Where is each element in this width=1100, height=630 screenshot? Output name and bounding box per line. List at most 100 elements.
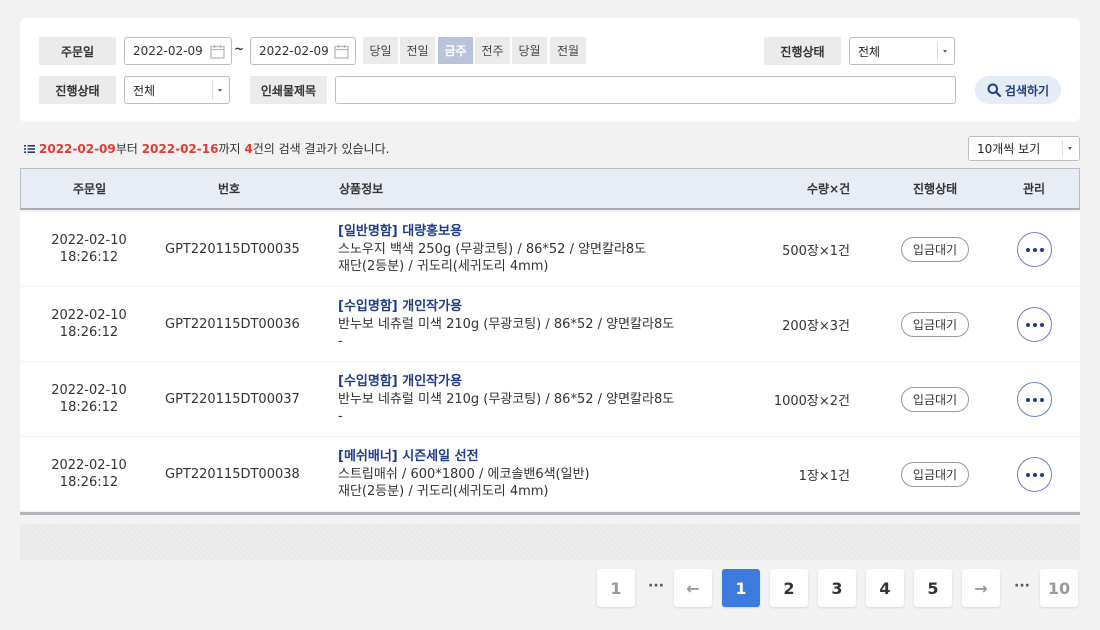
quick-last-week-button[interactable]: 전주 xyxy=(475,37,510,64)
page-prev-button[interactable]: ← xyxy=(674,569,712,607)
print-title-label: 인쇄물제목 xyxy=(250,76,327,104)
search-button[interactable]: 검색하기 xyxy=(975,76,1061,104)
table-row: 2022-02-10 18:26:12 GPT220115DT00037 [수입… xyxy=(20,362,1080,436)
chevron-down-icon xyxy=(1062,140,1076,157)
header-status: 진행상태 xyxy=(913,182,958,196)
status-badge: 입금대기 xyxy=(901,387,969,412)
table-footer-area xyxy=(20,524,1080,560)
quick-yesterday-button[interactable]: 전일 xyxy=(400,37,435,64)
quick-this-week-button[interactable]: 금주 xyxy=(438,37,473,64)
page-button-2[interactable]: 2 xyxy=(770,569,808,607)
chevron-down-icon xyxy=(212,80,226,100)
order-time: 18:26:12 xyxy=(59,250,119,265)
order-datetime: 2022-02-10 18:26:12 xyxy=(48,437,130,511)
more-options-button[interactable] xyxy=(1017,307,1052,342)
status-badge: 입금대기 xyxy=(901,237,969,262)
order-date-label: 주문일 xyxy=(39,37,116,65)
summary-from-suffix: 부터 xyxy=(115,142,138,156)
page-next-button[interactable]: → xyxy=(962,569,1000,607)
header-product: 상품정보 xyxy=(339,182,384,196)
date-range-separator: ~ xyxy=(234,42,245,56)
search-icon xyxy=(987,83,1001,97)
status-select[interactable]: 전체 xyxy=(849,37,955,65)
product-info: [일반명함] 대량홍보용 스노우지 백색 250g (무광코팅) / 86*52… xyxy=(338,223,646,276)
search-button-label: 검색하기 xyxy=(1004,83,1050,98)
summary-count-suffix: 건의 검색 결과가 있습니다. xyxy=(252,142,390,156)
quick-today-button[interactable]: 당일 xyxy=(363,37,398,64)
date-to-value: 2022-02-09 xyxy=(259,44,329,58)
status-badge: 입금대기 xyxy=(901,312,969,337)
more-options-button[interactable] xyxy=(1017,457,1052,492)
more-options-button[interactable] xyxy=(1017,232,1052,267)
order-number: GPT220115DT00036 xyxy=(165,316,300,332)
order-number: GPT220115DT00038 xyxy=(165,466,300,482)
print-title-input[interactable] xyxy=(335,76,956,104)
order-qty: 1장×1건 xyxy=(798,468,850,484)
product-spec: 반누보 네츄럴 미색 210g (무광코팅) / 86*52 / 양면칼라8도 xyxy=(338,391,675,407)
order-datetime: 2022-02-10 18:26:12 xyxy=(48,212,130,286)
page-button-5[interactable]: 5 xyxy=(914,569,952,607)
page-button-3[interactable]: 3 xyxy=(818,569,856,607)
order-datetime: 2022-02-10 18:26:12 xyxy=(48,287,130,361)
order-qty: 500장×1건 xyxy=(782,243,850,259)
table-row: 2022-02-10 18:26:12 GPT220115DT00035 [일반… xyxy=(20,212,1080,286)
date-to-field[interactable]: 2022-02-09 xyxy=(250,37,356,65)
result-summary: 2022-02-09부터 2022-02-16까지 4건의 검색 결과가 있습니… xyxy=(24,140,389,157)
product-info: [수입명함] 개인작가용 반누보 네츄럴 미색 210g (무광코팅) / 86… xyxy=(338,373,674,426)
header-order-date: 주문일 xyxy=(73,182,107,196)
table-row: 2022-02-10 18:26:12 GPT220115DT00036 [수입… xyxy=(20,287,1080,361)
order-time: 18:26:12 xyxy=(59,325,119,340)
status-select-2[interactable]: 전체 xyxy=(124,76,230,104)
order-number: GPT220115DT00035 xyxy=(165,241,300,257)
order-date: 2022-02-10 xyxy=(51,308,127,323)
product-options: 재단(2등분) / 귀도리(세귀도리 4mm) xyxy=(338,484,549,499)
page-button-4[interactable]: 4 xyxy=(866,569,904,607)
search-panel xyxy=(20,18,1080,122)
table-row: 2022-02-10 18:26:12 GPT220115DT00038 [메쉬… xyxy=(20,437,1080,511)
order-number: GPT220115DT00037 xyxy=(165,391,300,407)
product-title[interactable]: [일반명함] 대량홍보용 xyxy=(338,223,462,241)
date-from-field[interactable]: 2022-02-09 xyxy=(124,37,232,65)
product-spec: 스노우지 백색 250g (무광코팅) / 86*52 / 양면칼라8도 xyxy=(338,241,647,257)
quick-this-month-button[interactable]: 당월 xyxy=(512,37,547,64)
pagination-ellipsis: ··· xyxy=(1014,578,1030,594)
product-options: - xyxy=(338,334,343,349)
product-title[interactable]: [수입명함] 개인작가용 xyxy=(338,298,462,316)
status-select-2-value: 전체 xyxy=(133,83,156,98)
header-number: 번호 xyxy=(218,182,241,196)
product-options: - xyxy=(338,409,343,424)
order-time: 18:26:12 xyxy=(59,400,119,415)
status-label: 진행상태 xyxy=(764,37,841,65)
order-date: 2022-02-10 xyxy=(51,383,127,398)
product-info: [메쉬배너] 시즌세일 선전 스트립매쉬 / 600*1800 / 에코솔밴6색… xyxy=(338,448,590,501)
product-title[interactable]: [수입명함] 개인작가용 xyxy=(338,373,462,391)
calendar-icon[interactable] xyxy=(210,44,225,59)
page-size-select[interactable]: 10개씩 보기 xyxy=(968,136,1080,161)
more-options-button[interactable] xyxy=(1017,382,1052,417)
page-last-button[interactable]: 10 xyxy=(1040,569,1078,607)
order-date: 2022-02-10 xyxy=(51,458,127,473)
status-label-2: 진행상태 xyxy=(39,76,116,104)
page-button-1[interactable]: 1 xyxy=(722,569,760,607)
summary-from-date: 2022-02-09 xyxy=(39,142,116,156)
order-time: 18:26:12 xyxy=(59,475,119,490)
summary-count: 4 xyxy=(244,142,253,156)
chevron-down-icon xyxy=(937,41,951,61)
product-options: 재단(2등분) / 귀도리(세귀도리 4mm) xyxy=(338,259,549,274)
table-bottom-border xyxy=(20,512,1080,515)
header-manage: 관리 xyxy=(1023,182,1046,196)
calendar-icon[interactable] xyxy=(334,44,349,59)
order-qty: 200장×3건 xyxy=(782,318,850,334)
page-first-button[interactable]: 1 xyxy=(597,569,635,607)
product-spec: 스트립매쉬 / 600*1800 / 에코솔밴6색(일반) xyxy=(338,466,590,482)
product-info: [수입명함] 개인작가용 반누보 네츄럴 미색 210g (무광코팅) / 86… xyxy=(338,298,674,351)
table-header: 주문일 번호 상품정보 수량×건 진행상태 관리 xyxy=(20,168,1080,210)
quick-last-month-button[interactable]: 전월 xyxy=(550,37,586,64)
product-title[interactable]: [메쉬배너] 시즌세일 선전 xyxy=(338,448,479,466)
order-datetime: 2022-02-10 18:26:12 xyxy=(48,362,130,436)
order-date: 2022-02-10 xyxy=(51,233,127,248)
pagination-ellipsis: ··· xyxy=(648,578,664,594)
header-qty: 수량×건 xyxy=(807,182,851,196)
summary-to-date: 2022-02-16 xyxy=(141,142,219,156)
product-spec: 반누보 네츄럴 미색 210g (무광코팅) / 86*52 / 양면칼라8도 xyxy=(338,316,675,332)
